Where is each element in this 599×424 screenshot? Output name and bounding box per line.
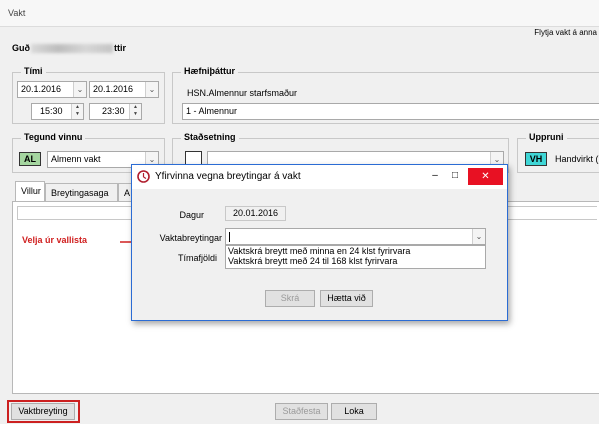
work-type-value: Almenn vakt [51, 154, 101, 164]
dialog-titlebar: Yfirvinna vegna breytingar á vakt – □ ✕ [132, 165, 507, 189]
from-date-value: 20.1.2016 [21, 84, 62, 94]
shift-change-select[interactable]: ⌄ [225, 228, 486, 245]
work-type-badge: AL [19, 152, 41, 166]
callout-text: Velja úr vallista [22, 235, 88, 245]
origin-group-label: Uppruni [526, 132, 567, 142]
employee-name-suffix: ttir [114, 43, 126, 53]
window-title: Vakt [8, 8, 26, 18]
shift-change-button[interactable]: Vaktbreyting [11, 403, 75, 420]
employee-name-prefix: Guð [12, 43, 30, 53]
cancel-button[interactable]: Hætta við [320, 290, 373, 307]
location-group-label: Staðsetning [181, 132, 239, 142]
from-date-field[interactable]: 20.1.2016 ⌄ [17, 81, 87, 98]
close-window-button[interactable]: Loka [331, 403, 377, 420]
shift-change-options: Vaktskrá breytt með minna en 24 klst fyr… [225, 245, 486, 269]
from-time-value: 15:30 [40, 106, 63, 116]
competency-name: HSN.Almennur starfsmaður [187, 88, 298, 98]
employee-name: Guð ttir [12, 43, 126, 54]
competency-group-label: Hæfniþáttur [181, 66, 238, 76]
to-date-value: 20.1.2016 [93, 84, 134, 94]
competency-field[interactable]: 1 - Almennur [182, 103, 599, 120]
tab-errors[interactable]: Villur [15, 181, 45, 202]
from-time-field[interactable]: 15:30 ▲ ▼ [31, 103, 84, 120]
shift-change-label: Vaktabreytingar [159, 233, 222, 243]
hours-label: Tímafjöldi [177, 253, 217, 263]
option-less-than-24h[interactable]: Vaktskrá breytt með minna en 24 klst fyr… [226, 246, 485, 256]
time-group-label: Tími [21, 66, 46, 76]
date-value: 20.01.2016 [225, 206, 286, 221]
time-spinner-icon[interactable]: ▲ ▼ [129, 104, 141, 119]
save-button[interactable]: Skrá [265, 290, 315, 307]
overtime-dialog: Yfirvinna vegna breytingar á vakt – □ ✕ … [131, 164, 508, 321]
origin-badge: VH [525, 152, 547, 166]
close-icon[interactable]: ✕ [468, 168, 503, 185]
move-shift-link[interactable]: Flytja vakt á anna [534, 28, 597, 37]
dialog-title: Yfirvinna vegna breytingar á vakt [155, 171, 301, 182]
competency-value: 1 - Almennur [186, 106, 238, 116]
tab-change-history[interactable]: Breytingasaga [45, 183, 118, 202]
origin-value: Handvirkt ( [555, 154, 599, 164]
chevron-down-icon[interactable]: ⌄ [73, 82, 86, 97]
time-spinner-icon[interactable]: ▲ ▼ [71, 104, 83, 119]
to-time-value: 23:30 [102, 106, 125, 116]
option-24-to-168h[interactable]: Vaktskrá breytt með 24 til 168 klst fyri… [226, 256, 485, 266]
redacted-name-blur [31, 44, 113, 54]
window-titlebar: Vakt [0, 0, 599, 27]
date-label: Dagur [179, 210, 204, 220]
text-caret [229, 231, 230, 242]
work-type-group-label: Tegund vinnu [21, 132, 86, 142]
chevron-down-icon[interactable]: ⌄ [145, 82, 158, 97]
confirm-button[interactable]: Staðfesta [275, 403, 328, 420]
to-time-field[interactable]: 23:30 ▲ ▼ [89, 103, 142, 120]
to-date-field[interactable]: 20.1.2016 ⌄ [89, 81, 159, 98]
minimize-icon[interactable]: – [428, 165, 442, 187]
maximize-icon[interactable]: □ [448, 165, 462, 187]
app-icon [137, 170, 150, 183]
chevron-down-icon[interactable]: ⌄ [472, 229, 485, 244]
